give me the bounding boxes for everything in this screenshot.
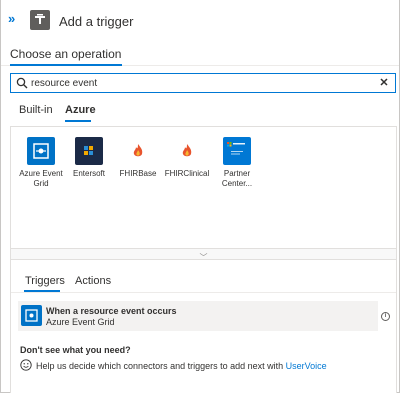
uservoice-link[interactable]: UserVoice bbox=[286, 361, 327, 371]
connector-partner-center[interactable]: Partner Center... bbox=[211, 137, 263, 189]
divider bbox=[11, 292, 396, 293]
entersoft-icon bbox=[75, 137, 103, 165]
connector-label: Partner bbox=[223, 169, 251, 178]
tab-selected-underline bbox=[65, 120, 91, 122]
connector-label: FHIRClinical bbox=[164, 169, 210, 178]
azure-event-grid-icon bbox=[27, 137, 55, 165]
search-input[interactable] bbox=[31, 76, 371, 90]
connector-label: Center... bbox=[221, 179, 253, 188]
page-title: Add a trigger bbox=[59, 14, 134, 29]
connector-label: Entersoft bbox=[72, 169, 105, 178]
fhir-flame-icon bbox=[173, 137, 201, 165]
connector-label: Grid bbox=[33, 179, 49, 188]
connector-label: FHIRBase bbox=[119, 169, 157, 178]
fhir-flame-icon bbox=[124, 137, 152, 165]
tab-triggers[interactable]: Triggers bbox=[25, 275, 65, 287]
tab-azure[interactable]: Azure bbox=[65, 104, 96, 116]
expand-connectors-bar[interactable]: ﹀ bbox=[10, 248, 397, 262]
microsoft-partner-center-icon bbox=[223, 137, 251, 165]
choose-operation-heading: Choose an operation bbox=[10, 47, 122, 61]
add-trigger-card: » Add a trigger Choose an operation ✕ Bu… bbox=[0, 0, 400, 393]
connector-label: Azure Event bbox=[19, 169, 63, 178]
tab-built-in[interactable]: Built-in bbox=[19, 104, 53, 116]
trigger-icon bbox=[30, 10, 50, 30]
trigger-result-item[interactable]: When a resource event occurs Azure Event… bbox=[18, 301, 378, 331]
connector-grid: Azure Event Grid Entersoft FHIRBase FHIR… bbox=[10, 126, 397, 248]
trigger-connector-name: Azure Event Grid bbox=[46, 317, 115, 327]
help-text: Help us decide which connectors and trig… bbox=[36, 361, 327, 371]
search-icon bbox=[16, 77, 28, 89]
connector-azure-event-grid[interactable]: Azure Event Grid bbox=[15, 137, 67, 189]
azure-event-grid-icon bbox=[21, 305, 42, 326]
smiley-icon bbox=[20, 359, 32, 371]
connector-fhirbase[interactable]: FHIRBase bbox=[112, 137, 164, 179]
search-box: ✕ bbox=[10, 73, 396, 93]
tab-actions[interactable]: Actions bbox=[75, 275, 111, 287]
trigger-title: When a resource event occurs bbox=[46, 306, 177, 316]
connector-entersoft[interactable]: Entersoft bbox=[63, 137, 115, 179]
heading-accent-underline bbox=[10, 64, 122, 66]
connector-fhirclinical[interactable]: FHIRClinical bbox=[161, 137, 213, 179]
collapse-chevrons-icon[interactable]: » bbox=[8, 12, 22, 26]
help-message: Help us decide which connectors and trig… bbox=[36, 361, 286, 371]
info-icon[interactable]: i bbox=[381, 312, 390, 321]
operations-panel: Triggers Actions When a resource event o… bbox=[10, 260, 397, 393]
clear-search-icon[interactable]: ✕ bbox=[378, 76, 390, 90]
help-heading: Don't see what you need? bbox=[20, 345, 131, 355]
